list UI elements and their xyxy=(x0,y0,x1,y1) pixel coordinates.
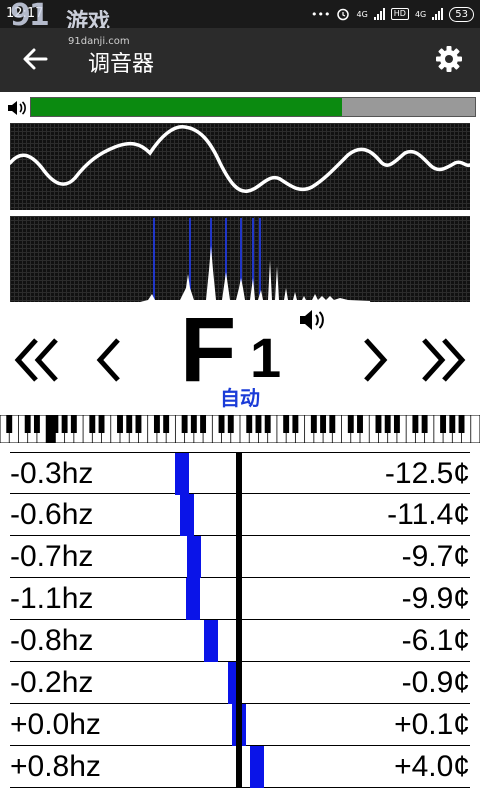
hz-deviation: -0.3hz xyxy=(10,457,94,490)
cents-deviation: -9.7¢ xyxy=(401,540,470,573)
deviation-bar xyxy=(174,453,189,495)
center-line xyxy=(236,452,242,788)
piano-keyboard[interactable] xyxy=(0,415,480,443)
network-label-2: 4G xyxy=(414,9,427,19)
cents-deviation: -0.9¢ xyxy=(401,666,470,699)
black-key[interactable] xyxy=(329,415,336,433)
watermark-site: 91danji.com xyxy=(68,36,130,47)
alarm-icon xyxy=(337,8,350,21)
cents-deviation: -11.4¢ xyxy=(387,498,470,531)
black-key[interactable] xyxy=(357,415,363,433)
black-key[interactable] xyxy=(255,415,262,433)
black-key[interactable] xyxy=(227,415,234,433)
input-level-meter xyxy=(6,95,476,121)
hz-deviation: -1.1hz xyxy=(10,582,94,615)
mode-label-auto[interactable]: 自动 xyxy=(200,382,280,411)
note-octave: 1 xyxy=(250,326,282,389)
level-track xyxy=(30,97,476,117)
status-icons: ••• 4G HD 4G 53 xyxy=(311,4,474,24)
black-key[interactable] xyxy=(449,415,456,433)
black-key[interactable] xyxy=(421,415,428,433)
gear-icon[interactable] xyxy=(434,44,464,74)
black-key[interactable] xyxy=(33,415,40,433)
prev-octave-button[interactable] xyxy=(10,330,66,390)
hz-deviation: -0.2hz xyxy=(10,666,94,699)
black-key[interactable] xyxy=(393,415,400,433)
black-key[interactable] xyxy=(98,415,105,433)
play-sound-speaker-icon[interactable] xyxy=(298,306,328,334)
black-key[interactable] xyxy=(135,415,142,433)
black-key[interactable] xyxy=(61,415,68,433)
more-dots-icon: ••• xyxy=(311,7,331,21)
cents-deviation: -12.5¢ xyxy=(384,457,470,490)
black-key[interactable] xyxy=(218,415,225,433)
black-key[interactable] xyxy=(412,415,419,433)
black-key[interactable] xyxy=(384,415,391,433)
black-key[interactable] xyxy=(70,415,77,433)
cents-deviation: -6.1¢ xyxy=(401,624,470,657)
black-key[interactable] xyxy=(264,415,271,433)
spectrum-curve xyxy=(140,246,370,302)
hd-badge: HD xyxy=(390,8,409,20)
deviation-bar xyxy=(186,578,201,620)
signal-icon-2 xyxy=(432,8,444,20)
level-fill xyxy=(31,98,342,116)
black-key[interactable] xyxy=(24,415,31,433)
network-label: 4G xyxy=(356,9,368,19)
black-key[interactable] xyxy=(320,415,327,433)
cents-deviation: +0.1¢ xyxy=(394,708,470,741)
spectrum-display xyxy=(10,216,470,302)
black-key[interactable] xyxy=(126,415,133,433)
black-key[interactable] xyxy=(153,415,160,433)
deviation-bar xyxy=(250,746,265,788)
prev-note-button[interactable] xyxy=(84,330,140,390)
deviation-bar xyxy=(203,620,218,662)
active-key[interactable] xyxy=(46,415,56,443)
volume-speaker-icon xyxy=(8,101,26,115)
next-note-button[interactable] xyxy=(344,330,400,390)
hz-deviation: -0.8hz xyxy=(10,624,94,657)
black-key[interactable] xyxy=(458,415,465,433)
note-display: F 1 xyxy=(180,302,310,398)
black-key[interactable] xyxy=(375,415,382,433)
black-key[interactable] xyxy=(190,415,197,433)
black-key[interactable] xyxy=(6,415,13,433)
black-key[interactable] xyxy=(117,415,123,433)
black-key[interactable] xyxy=(283,415,290,433)
waveform-line xyxy=(10,125,470,193)
black-key[interactable] xyxy=(347,415,354,433)
hz-deviation: +0.0hz xyxy=(10,708,101,741)
black-key[interactable] xyxy=(310,415,317,433)
back-arrow-icon[interactable] xyxy=(20,44,50,74)
cents-deviation: +4.0¢ xyxy=(394,750,470,783)
next-octave-button[interactable] xyxy=(414,330,470,390)
cents-deviation: -9.9¢ xyxy=(401,582,470,615)
black-key[interactable] xyxy=(292,415,299,433)
readings-list: -0.3hz -12.5¢ -0.6hz -11.4¢ -0.7hz -9.7¢ -1.1h… xyxy=(10,452,470,788)
black-key[interactable] xyxy=(200,415,207,433)
page-title: 调音器 xyxy=(88,52,155,77)
hz-deviation: +0.8hz xyxy=(10,750,101,783)
hz-deviation: -0.6hz xyxy=(10,498,94,531)
black-key[interactable] xyxy=(163,415,170,433)
signal-icon xyxy=(373,8,385,20)
black-key[interactable] xyxy=(440,415,447,433)
black-key[interactable] xyxy=(89,415,96,433)
status-bar: 12:17 91 游戏 ••• 4G HD 4G 53 xyxy=(0,0,480,35)
black-key[interactable] xyxy=(181,415,188,433)
deviation-bar xyxy=(187,536,202,578)
black-key[interactable] xyxy=(246,415,253,433)
battery-icon: 53 xyxy=(449,6,474,22)
waveform-display xyxy=(10,123,470,210)
deviation-bar xyxy=(179,494,194,536)
hz-deviation: -0.7hz xyxy=(10,540,94,573)
